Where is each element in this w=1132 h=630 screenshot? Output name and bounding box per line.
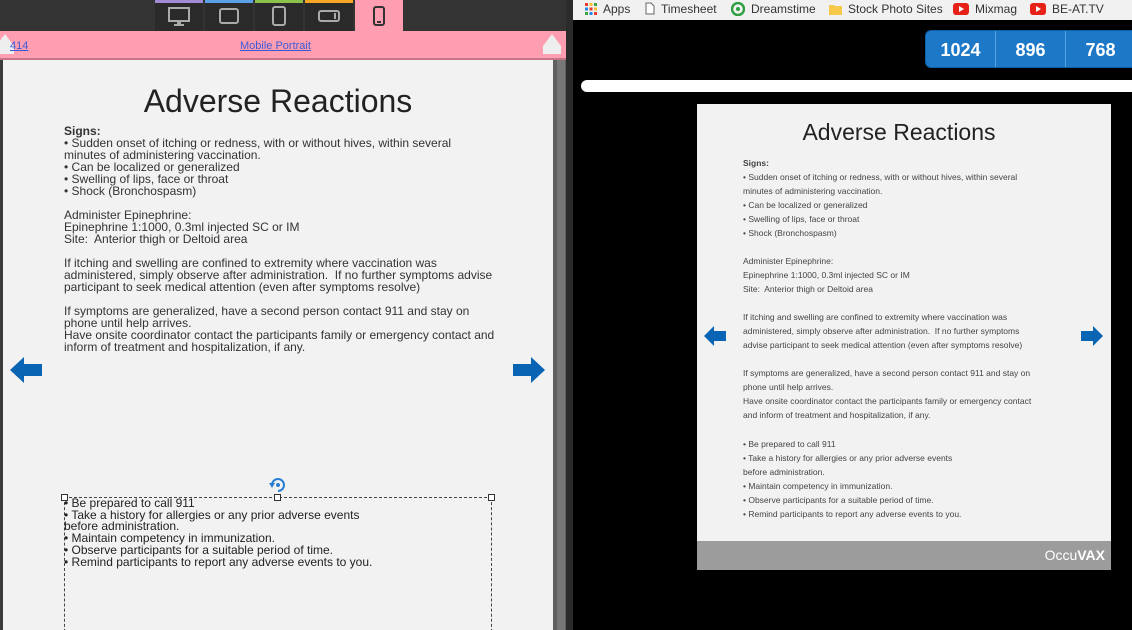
- text-line: participant to seek medical attention (e…: [64, 280, 421, 294]
- breakpoint-896-button[interactable]: 896: [996, 31, 1066, 67]
- breakpoint-1024-button[interactable]: 1024: [926, 31, 996, 67]
- brand-part: VAX: [1077, 547, 1105, 563]
- text-line: • Sudden onset of itching or redness, wi…: [743, 172, 1018, 182]
- bookmark-apps[interactable]: Apps: [585, 0, 630, 17]
- text-line: If itching and swelling are confined to …: [743, 312, 1008, 322]
- bookmark-label: BE-AT.TV: [1052, 1, 1104, 16]
- desktop-view-button[interactable]: [155, 0, 203, 31]
- text-line: administered, simply observe after admin…: [743, 326, 1020, 336]
- slide-footer: OccuVAX: [697, 541, 1111, 570]
- next-slide-arrow-icon[interactable]: [511, 357, 545, 383]
- text-line: and inform of treatment and hospitalizat…: [743, 410, 931, 420]
- tablet-portrait-view-button[interactable]: [255, 0, 303, 31]
- mobile-portrait-icon: [373, 5, 385, 26]
- bookmark-timesheet[interactable]: Timesheet: [645, 0, 717, 17]
- bookmark-label: Mixmag: [975, 1, 1018, 16]
- folder-icon: [829, 4, 842, 15]
- text-line: minutes of administering vaccination.: [743, 186, 883, 196]
- breakpoint-button-group: 1024 896 768: [925, 30, 1132, 68]
- text-line: • Be prepared to call 911: [743, 439, 836, 449]
- text-line: phone until help arrives.: [743, 382, 834, 392]
- tablet-landscape-view-button[interactable]: [205, 0, 253, 31]
- text-line: Epinephrine 1:1000, 0.3ml injected SC or…: [743, 270, 910, 280]
- text-line: • Shock (Bronchospasm): [64, 184, 197, 198]
- tablet-portrait-icon: [272, 5, 286, 26]
- text-line: Site: Anterior thigh or Deltoid area: [743, 284, 873, 294]
- right-resize-handle[interactable]: [543, 34, 561, 46]
- text-line: Site: Anterior thigh or Deltoid area: [64, 232, 248, 246]
- text-line: • Take a history for allergies or any pr…: [743, 453, 953, 463]
- slide-preview: Adverse Reactions Signs: • Sudden onset …: [697, 104, 1111, 570]
- text-line: • Swelling of lips, face or throat: [743, 214, 860, 224]
- slide-title[interactable]: Adverse Reactions: [3, 83, 553, 120]
- slide-body-text[interactable]: Signs: • Sudden onset of itching or redn…: [64, 125, 504, 353]
- slide-body-text: Signs: • Sudden onset of itching or redn…: [743, 156, 1073, 521]
- text-line: before administration.: [743, 467, 825, 477]
- bookmark-be-at-tv[interactable]: BE-AT.TV: [1030, 0, 1104, 17]
- dreamstime-icon: [731, 1, 745, 16]
- bookmark-dreamstime[interactable]: Dreamstime: [731, 0, 816, 17]
- youtube-icon: [1030, 2, 1046, 15]
- tablet-landscape-icon: [219, 7, 239, 24]
- browser-preview-pane: Apps Timesheet Dreamstime Stock Photo Si…: [573, 0, 1132, 630]
- address-bar[interactable]: [581, 80, 1132, 92]
- editor-canvas[interactable]: Adverse Reactions Signs: • Sudden onset …: [3, 60, 553, 630]
- prev-slide-arrow-icon[interactable]: [10, 357, 44, 383]
- bookmark-label: Apps: [603, 1, 631, 16]
- signs-label: Signs:: [743, 158, 769, 168]
- bookmark-mixmag[interactable]: Mixmag: [953, 0, 1017, 17]
- apps-grid-icon: [585, 2, 597, 15]
- bookmark-label: Stock Photo Sites: [848, 1, 943, 16]
- page-icon: [645, 2, 655, 15]
- right-handle-base: [543, 46, 561, 54]
- text-line: • Shock (Bronchospasm): [743, 228, 837, 238]
- mobile-portrait-view-button[interactable]: [355, 0, 403, 31]
- rotate-handle-icon[interactable]: [268, 476, 288, 494]
- text-line: • Can be localized or generalized: [743, 200, 868, 210]
- text-line: • Observe participants for a suitable pe…: [743, 495, 934, 505]
- bookmark-label: Dreamstime: [751, 1, 816, 16]
- occuvax-logo: OccuVAX: [1045, 547, 1105, 563]
- text-line: • Remind participants to report any adve…: [743, 509, 962, 519]
- breakpoint-768-button[interactable]: 768: [1066, 31, 1132, 67]
- prev-slide-arrow-icon[interactable]: [704, 326, 726, 346]
- text-line: Have onsite coordinator contact the part…: [743, 396, 1032, 406]
- scrollbar-thumb[interactable]: [557, 60, 565, 630]
- device-name-link[interactable]: Mobile Portrait: [240, 40, 311, 52]
- editor-pane: 414 Mobile Portrait Adverse Reactions Si…: [0, 0, 566, 630]
- text-line: Administer Epinephrine:: [743, 256, 834, 266]
- screen: 414 Mobile Portrait Adverse Reactions Si…: [0, 0, 1132, 630]
- youtube-icon: [953, 2, 969, 15]
- text-line: • Maintain competency in immunization.: [743, 481, 893, 491]
- mobile-landscape-view-button[interactable]: [305, 0, 353, 31]
- bookmarks-bar: Apps Timesheet Dreamstime Stock Photo Si…: [573, 0, 1132, 20]
- viewport-width-link[interactable]: 414: [10, 40, 28, 52]
- brand-part: Occu: [1044, 547, 1078, 563]
- text-line: inform of treatment and hospitalization,…: [64, 340, 306, 354]
- next-slide-arrow-icon[interactable]: [1081, 326, 1103, 346]
- desktop-icon: [168, 6, 190, 26]
- bookmark-stock-photo-sites[interactable]: Stock Photo Sites: [829, 0, 943, 17]
- device-preview-toolbar: [0, 0, 566, 31]
- text-line: • Remind participants to report any adve…: [64, 554, 373, 569]
- checklist-text[interactable]: • Be prepared to call 911 • Take a histo…: [64, 497, 494, 569]
- text-line: advise participant to seek medical atten…: [743, 340, 1023, 350]
- bookmark-label: Timesheet: [661, 1, 717, 16]
- pane-divider[interactable]: [566, 0, 573, 630]
- text-line: If symptoms are generalized, have a seco…: [743, 368, 1031, 378]
- mobile-landscape-icon: [318, 9, 340, 22]
- slide-title: Adverse Reactions: [802, 119, 996, 145]
- viewport-ruler-bar: 414 Mobile Portrait: [0, 31, 566, 60]
